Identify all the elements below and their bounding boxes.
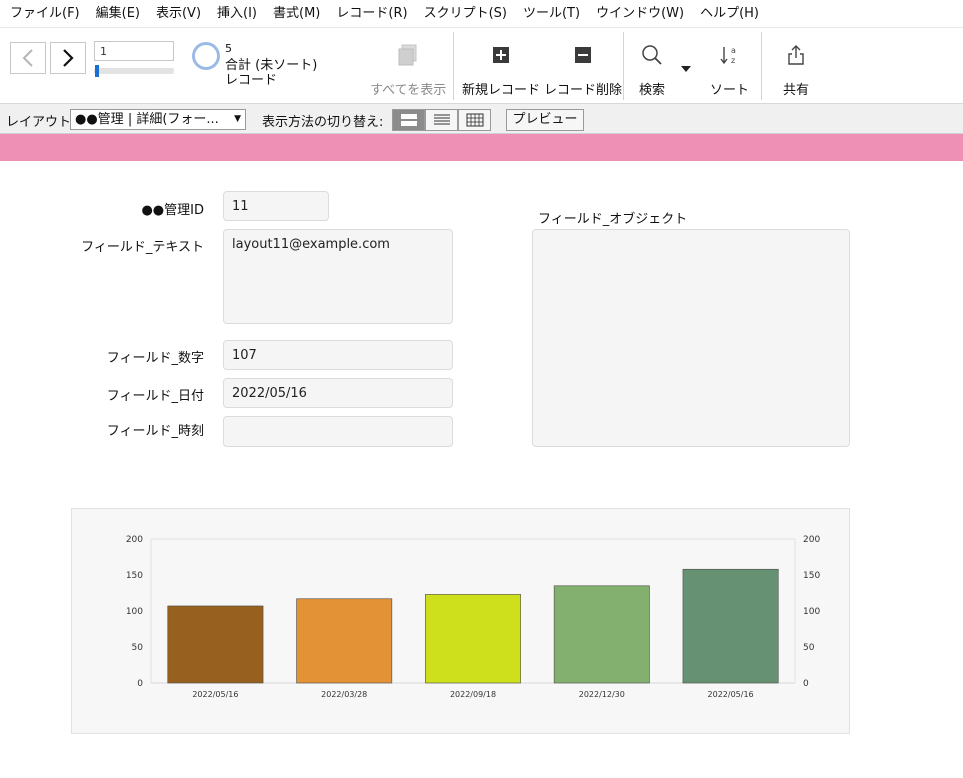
minus-square-icon bbox=[574, 40, 592, 70]
sort-icon: az bbox=[719, 40, 741, 70]
show-all-label: すべてを表示 bbox=[370, 83, 447, 98]
next-record-button[interactable] bbox=[50, 42, 86, 74]
svg-text:a: a bbox=[731, 46, 736, 55]
bar bbox=[553, 585, 650, 684]
menu-format[interactable]: 書式(M) bbox=[265, 0, 328, 28]
menu-tools[interactable]: ツール(T) bbox=[515, 0, 588, 28]
share-label: 共有 bbox=[783, 83, 810, 98]
number-field[interactable]: 107 bbox=[223, 340, 453, 370]
y-tick-label-left: 200 bbox=[126, 535, 143, 545]
date-field-label: フィールド_日付 bbox=[106, 389, 204, 404]
y-tick-label-right: 200 bbox=[803, 535, 820, 545]
layout-select-value: ●●管理 | 詳細(フォー... bbox=[75, 112, 219, 127]
table-view-button[interactable] bbox=[458, 109, 491, 131]
x-tick-label: 2022/12/30 bbox=[579, 690, 625, 699]
text-field[interactable]: layout11@example.com bbox=[223, 229, 453, 324]
show-all-icon bbox=[397, 40, 419, 70]
record-pie-icon bbox=[192, 42, 220, 70]
menu-help[interactable]: ヘルプ(H) bbox=[692, 0, 767, 28]
object-field-label: フィールド_オブジェクト bbox=[538, 212, 688, 227]
menu-edit[interactable]: 編集(E) bbox=[88, 0, 148, 28]
bar bbox=[167, 605, 264, 684]
sort-label: ソート bbox=[710, 83, 750, 98]
search-icon bbox=[641, 40, 663, 70]
date-field[interactable]: 2022/05/16 bbox=[223, 378, 453, 408]
find-label: 検索 bbox=[639, 83, 666, 98]
record-status: 合計 (未ソート) レコード bbox=[225, 58, 317, 88]
record-slider-thumb[interactable] bbox=[95, 65, 99, 77]
list-view-icon bbox=[433, 114, 450, 125]
toolbar-divider bbox=[623, 32, 624, 100]
menu-view[interactable]: 表示(V) bbox=[148, 0, 209, 28]
chevron-left-icon bbox=[22, 49, 33, 67]
bar bbox=[425, 594, 521, 684]
menu-insert[interactable]: 挿入(I) bbox=[209, 0, 265, 28]
y-tick-label-left: 100 bbox=[126, 607, 143, 617]
filemaker-window: ファイル(F) 編集(E) 表示(V) 挿入(I) 書式(M) レコード(R) … bbox=[0, 0, 963, 778]
layout-label: レイアウト: bbox=[6, 115, 76, 130]
new-record-label: 新規レコード bbox=[462, 83, 541, 98]
chart-panel: 0 0 50 50 100 100 150 150 200 200 2022/05/16 2022/0… bbox=[71, 508, 850, 734]
delete-record-button[interactable]: レコード削除 bbox=[544, 40, 622, 98]
list-view-button[interactable] bbox=[425, 109, 458, 131]
y-tick-label-right: 50 bbox=[803, 643, 815, 653]
object-field[interactable] bbox=[532, 229, 850, 447]
x-tick-label: 2022/09/18 bbox=[450, 690, 496, 699]
record-number-input[interactable] bbox=[94, 41, 174, 61]
find-dropdown-icon[interactable] bbox=[681, 61, 691, 76]
status-toolbar: 5 合計 (未ソート) レコード すべてを表示 新規レコード レコード削除 bbox=[0, 28, 963, 104]
layout-select[interactable]: ●●管理 | 詳細(フォー... ▼ bbox=[70, 109, 246, 130]
id-field[interactable]: 11 bbox=[223, 191, 329, 221]
chevron-down-icon: ▼ bbox=[234, 114, 241, 124]
menu-file[interactable]: ファイル(F) bbox=[2, 0, 88, 28]
svg-text:z: z bbox=[731, 56, 735, 65]
table-view-icon bbox=[466, 113, 483, 127]
bar bbox=[296, 598, 393, 684]
toolbar-divider bbox=[453, 32, 454, 100]
menu-records[interactable]: レコード(R) bbox=[328, 0, 415, 28]
delete-record-label: レコード削除 bbox=[544, 83, 623, 98]
share-icon bbox=[787, 40, 805, 70]
bar-chart: 0 0 50 50 100 100 150 150 200 200 2022/05/16 2022/0… bbox=[126, 535, 821, 699]
time-field[interactable] bbox=[223, 416, 453, 447]
chevron-right-icon bbox=[63, 49, 74, 67]
y-tick-label-right: 0 bbox=[803, 679, 809, 689]
record-status-total: 合計 (未ソート) bbox=[225, 58, 318, 73]
find-button[interactable]: 検索 bbox=[639, 40, 665, 98]
y-tick-label-right: 150 bbox=[803, 571, 820, 581]
previous-record-button[interactable] bbox=[10, 42, 46, 74]
sort-button[interactable]: az ソート bbox=[710, 40, 749, 98]
layout-bar: レイアウト: ●●管理 | 詳細(フォー... ▼ 表示方法の切り替え: プレビ… bbox=[0, 104, 963, 134]
preview-button[interactable]: プレビュー bbox=[506, 109, 584, 131]
x-tick-label: 2022/05/16 bbox=[708, 690, 754, 699]
x-tick-label: 2022/03/28 bbox=[321, 690, 367, 699]
y-tick-label-left: 50 bbox=[132, 643, 144, 653]
bar bbox=[682, 568, 779, 684]
menu-bar: ファイル(F) 編集(E) 表示(V) 挿入(I) 書式(M) レコード(R) … bbox=[0, 0, 963, 28]
plus-square-icon bbox=[492, 40, 510, 70]
menu-scripts[interactable]: スクリプト(S) bbox=[416, 0, 515, 28]
time-field-label: フィールド_時刻 bbox=[106, 424, 204, 439]
x-tick-label: 2022/05/16 bbox=[192, 690, 238, 699]
show-all-button[interactable]: すべてを表示 bbox=[370, 40, 446, 98]
toolbar-divider bbox=[761, 32, 762, 100]
header-band bbox=[0, 134, 963, 161]
form-view-button[interactable] bbox=[392, 109, 425, 131]
view-as-label: 表示方法の切り替え: bbox=[262, 115, 384, 130]
text-field-label: フィールド_テキスト bbox=[81, 240, 204, 255]
record-count: 5 bbox=[225, 42, 232, 55]
record-status-unit: レコード bbox=[225, 73, 278, 88]
form-body: ●●管理ID 11 フィールド_テキスト layout11@example.co… bbox=[0, 161, 963, 778]
id-field-label: ●●管理ID bbox=[141, 203, 204, 218]
share-button[interactable]: 共有 bbox=[783, 40, 809, 98]
new-record-button[interactable]: 新規レコード bbox=[462, 40, 540, 98]
menu-window[interactable]: ウインドウ(W) bbox=[588, 0, 692, 28]
number-field-label: フィールド_数字 bbox=[106, 351, 204, 366]
y-tick-label-right: 100 bbox=[803, 607, 820, 617]
record-slider[interactable] bbox=[94, 68, 174, 74]
y-tick-label-left: 0 bbox=[137, 679, 143, 689]
y-tick-label-left: 150 bbox=[126, 571, 143, 581]
form-view-icon bbox=[400, 114, 417, 126]
